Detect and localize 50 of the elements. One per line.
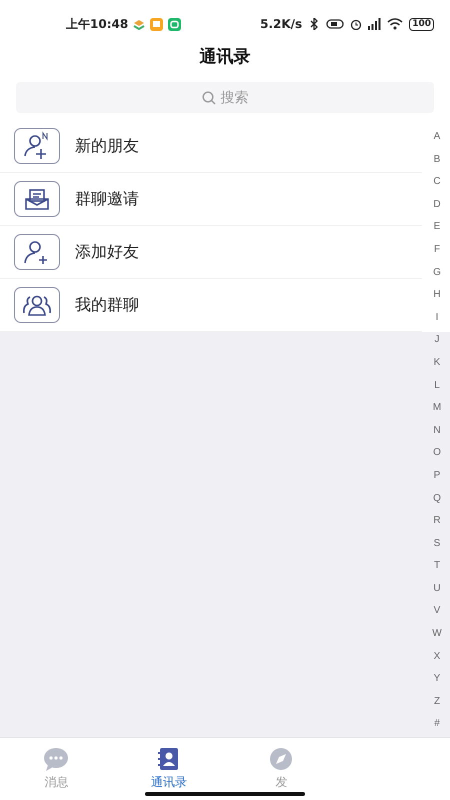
index-letter[interactable]: P	[429, 464, 445, 487]
index-letter[interactable]: N	[429, 420, 445, 442]
index-letter[interactable]: S	[429, 532, 445, 555]
index-letter[interactable]: A	[429, 126, 445, 148]
index-letter[interactable]: B	[429, 148, 445, 171]
bluetooth-icon	[308, 18, 320, 30]
status-time: 上午10:48	[66, 16, 128, 32]
index-letter[interactable]: K	[429, 352, 445, 374]
index-letter[interactable]: H	[429, 284, 445, 306]
home-indicator[interactable]	[145, 792, 305, 796]
contact-menu-item[interactable]: 我的群聊	[0, 279, 422, 332]
index-letter[interactable]: R	[429, 510, 445, 532]
search-icon	[202, 90, 216, 104]
contact-menu-item[interactable]: 添加好友	[0, 226, 422, 279]
vibrate-icon	[326, 18, 344, 30]
stack-icon	[133, 18, 146, 30]
page-title: 通讯录	[200, 48, 250, 69]
index-letter[interactable]: T	[429, 555, 445, 578]
index-letter[interactable]: J	[429, 329, 445, 352]
app-icon	[168, 18, 182, 30]
wifi-icon	[387, 18, 404, 30]
index-letter[interactable]: C	[429, 171, 445, 194]
index-letter[interactable]: L	[429, 374, 445, 397]
network-speed: 5.2K/s	[260, 17, 302, 31]
index-letter[interactable]: V	[429, 600, 445, 622]
contact-menu-item[interactable]: 新的朋友	[0, 120, 422, 173]
index-letter[interactable]: Q	[429, 488, 445, 510]
tab[interactable]: 发	[225, 738, 338, 800]
chat-icon	[43, 747, 70, 771]
index-letter[interactable]: #	[429, 713, 445, 736]
signal-icon	[368, 18, 382, 30]
index-letter[interactable]: W	[429, 623, 445, 646]
battery-level: 100	[409, 18, 434, 30]
index-letter[interactable]: G	[429, 262, 445, 284]
index-letter[interactable]: X	[429, 646, 445, 668]
index-letter[interactable]: D	[429, 194, 445, 216]
alarm-icon	[350, 18, 362, 30]
compass-icon	[268, 747, 294, 771]
index-letter[interactable]: O	[429, 442, 445, 464]
index-letter[interactable]: E	[429, 216, 445, 238]
index-letter[interactable]: U	[429, 578, 445, 600]
tab[interactable]: 消息	[0, 738, 112, 800]
index-letter[interactable]: Y	[429, 668, 445, 690]
gallery-icon	[150, 18, 164, 30]
index-letter[interactable]: F	[429, 238, 445, 261]
contact-menu-item[interactable]: 群聊邀请	[0, 173, 422, 226]
index-letter[interactable]: Z	[429, 690, 445, 713]
search-field[interactable]: 搜索	[16, 82, 434, 113]
index-letter[interactable]: I	[429, 306, 445, 329]
index-letter[interactable]: M	[429, 397, 445, 420]
